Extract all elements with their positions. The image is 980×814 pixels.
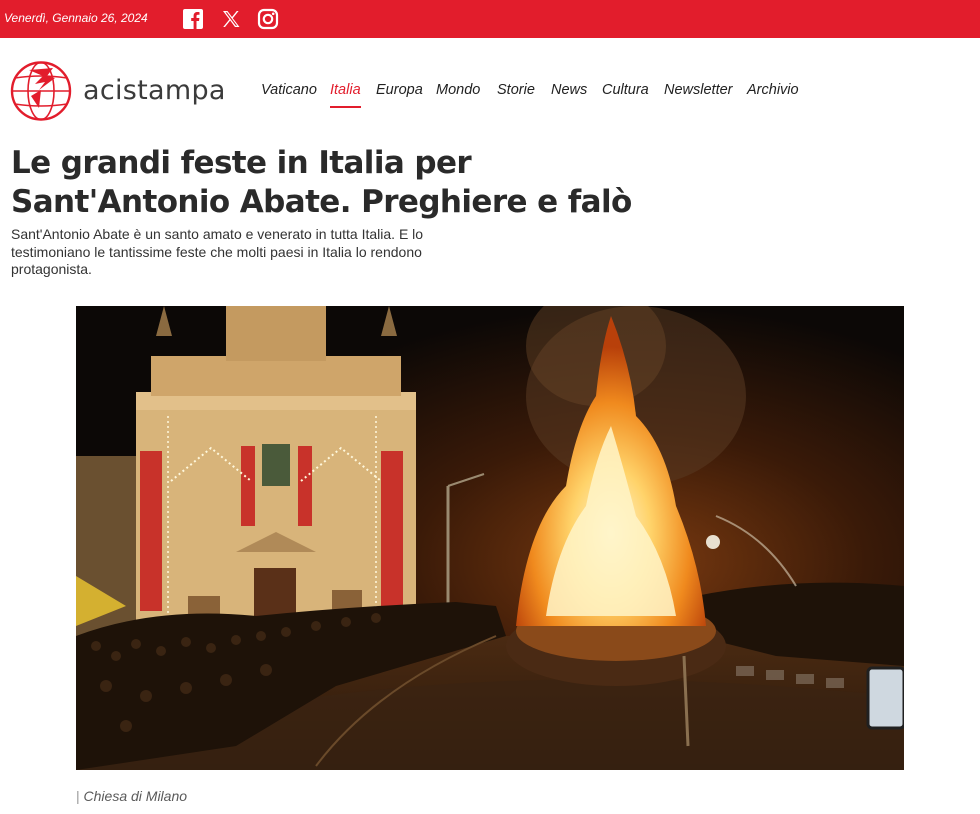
nav-item-news[interactable]: News <box>551 82 587 98</box>
article-image <box>76 306 904 770</box>
article-title: Le grandi feste in Italia per Sant'Anton… <box>11 145 632 220</box>
nav-item-cultura[interactable]: Cultura <box>602 82 649 98</box>
article-lead: Sant'Antonio Abate è un santo amato e ve… <box>11 226 424 277</box>
nav-item-europa[interactable]: Europa <box>376 82 423 98</box>
nav-item-mondo[interactable]: Mondo <box>436 82 480 98</box>
logo-globe-icon[interactable] <box>9 60 73 122</box>
top-bar: Venerdì, Gennaio 26, 2024 <box>0 0 980 38</box>
facebook-icon[interactable] <box>181 7 205 31</box>
nav-item-italia[interactable]: Italia <box>330 82 361 98</box>
x-icon[interactable] <box>219 7 243 31</box>
nav-item-archivio[interactable]: Archivio <box>747 82 799 98</box>
nav-item-vaticano[interactable]: Vaticano <box>261 82 317 98</box>
brand-name[interactable]: acistampa <box>83 75 226 106</box>
nav-item-storie[interactable]: Storie <box>497 82 535 98</box>
caption-separator: | <box>76 788 80 804</box>
current-date: Venerdì, Gennaio 26, 2024 <box>4 11 148 25</box>
image-caption: | Chiesa di Milano <box>76 788 187 804</box>
caption-text: Chiesa di Milano <box>83 788 188 804</box>
active-nav-indicator <box>330 106 361 108</box>
instagram-icon[interactable] <box>256 7 280 31</box>
nav-item-newsletter[interactable]: Newsletter <box>664 82 733 98</box>
